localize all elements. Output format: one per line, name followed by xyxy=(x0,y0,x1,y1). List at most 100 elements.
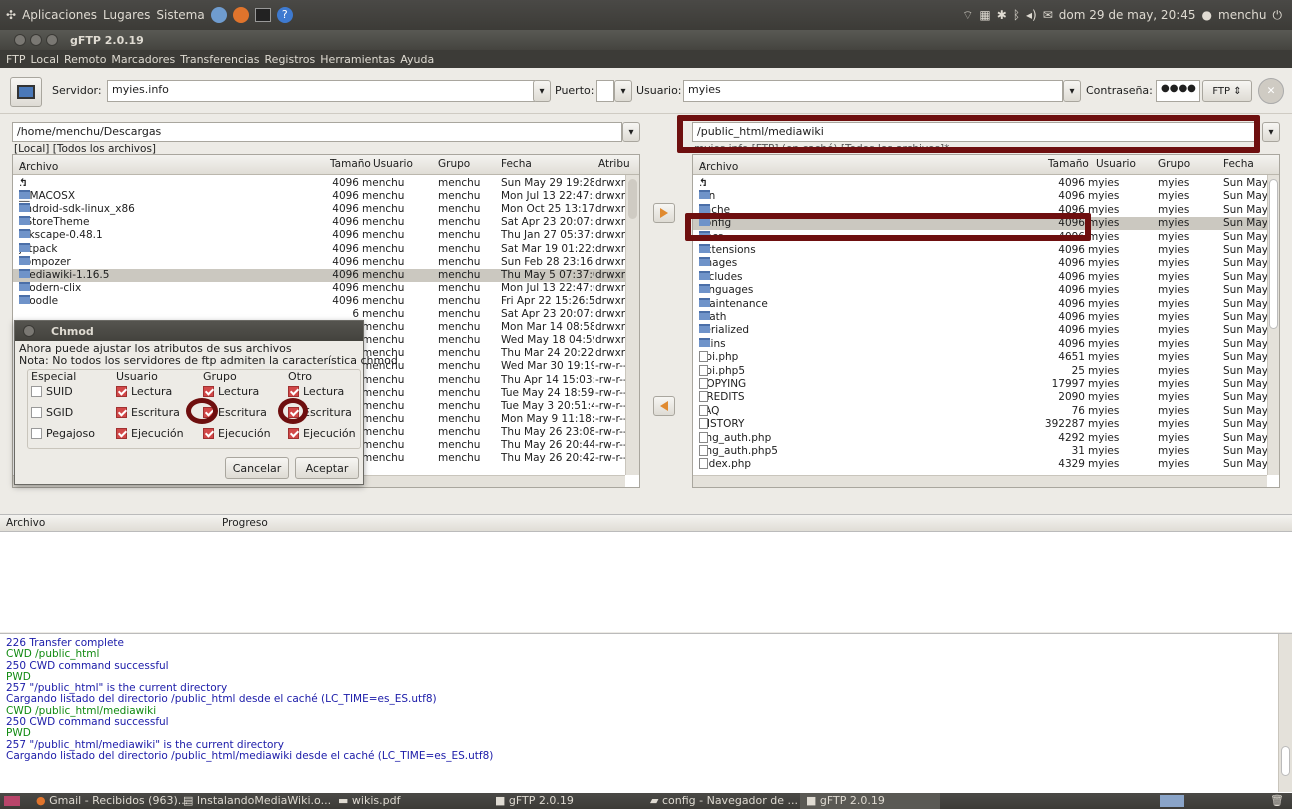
table-row[interactable]: math 4096 myies myies Sun May xyxy=(693,311,1279,324)
chmod-user-lectura[interactable]: Lectura xyxy=(116,385,172,398)
table-row[interactable]: FAQ 76 myies myies Sun May xyxy=(693,404,1279,418)
cancel-button[interactable]: Cancelar xyxy=(225,457,289,479)
col-fecha[interactable]: Fecha xyxy=(501,158,532,170)
chmod-user-escritura[interactable]: Escritura xyxy=(116,406,180,419)
menu-ftp[interactable]: FTP xyxy=(6,53,26,66)
show-desktop-icon[interactable] xyxy=(4,796,20,806)
col-usuario[interactable]: Usuario xyxy=(1096,158,1136,170)
chmod-group-lectura[interactable]: Lectura xyxy=(203,385,259,398)
task-wikis-pdf[interactable]: ▬ wikis.pdf xyxy=(338,793,400,809)
terminal-icon[interactable] xyxy=(254,8,271,22)
table-row[interactable]: COPYING 17997 myies myies Sun May xyxy=(693,378,1279,391)
local-path-input[interactable]: /home/menchu/Descargas xyxy=(12,122,622,142)
protocol-select[interactable]: FTP ⇕ xyxy=(1202,80,1252,102)
task-gmail[interactable]: ● Gmail - Recibidos (963)... xyxy=(36,793,188,809)
stop-button[interactable]: ✕ xyxy=(1258,78,1284,104)
server-dropdown[interactable]: ▾ xyxy=(533,80,551,102)
task-config[interactable]: ▰ config - Navegador de ... xyxy=(650,793,798,809)
table-row[interactable]: api.php 4651 myies myies Sun May xyxy=(693,351,1279,364)
col-atributos[interactable]: Atribu xyxy=(598,158,630,170)
remote-scroll-thumb[interactable] xyxy=(1269,179,1278,329)
power-icon[interactable]: ⏻ xyxy=(1273,8,1283,23)
col-fecha[interactable]: Fecha xyxy=(1223,158,1254,170)
table-row[interactable]: index.php 4329 myies myies Sun May xyxy=(693,458,1279,471)
local-scroll-thumb[interactable] xyxy=(628,179,637,219)
menu-local[interactable]: Local xyxy=(31,53,60,66)
remote-file-list[interactable]: ⇡ Archivo Tamaño Usuario Grupo Fecha ↰..… xyxy=(692,154,1280,488)
wifi-icon[interactable]: ⌔ xyxy=(962,8,973,23)
table-row[interactable]: inkscape-0.48.1 4096 menchu menchu Thu J… xyxy=(13,229,639,242)
maximize-window-icon[interactable] xyxy=(46,34,58,46)
remote-hscrollbar[interactable] xyxy=(693,475,1267,487)
workspace-switcher[interactable] xyxy=(1160,795,1184,807)
col-grupo[interactable]: Grupo xyxy=(438,158,470,170)
menu-sistema[interactable]: Sistema xyxy=(156,8,204,22)
keyboard-icon[interactable]: ▦ xyxy=(979,8,990,22)
accept-button[interactable]: Aceptar xyxy=(295,457,359,479)
table-row[interactable]: images 4096 myies myies Sun May xyxy=(693,257,1279,270)
user-dropdown[interactable]: ▾ xyxy=(1063,80,1081,102)
local-path-dropdown[interactable]: ▾ xyxy=(622,122,640,142)
menu-remoto[interactable]: Remoto xyxy=(64,53,106,66)
menu-ayuda[interactable]: Ayuda xyxy=(400,53,434,66)
task-instalando[interactable]: ▤ InstalandoMediaWiki.o... xyxy=(183,793,331,809)
table-row[interactable]: serialized 4096 myies myies Sun May xyxy=(693,324,1279,337)
network-icon[interactable]: ✱ xyxy=(997,8,1007,22)
server-input[interactable]: myies.info xyxy=(107,80,535,102)
table-row[interactable]: api.php5 25 myies myies Sun May xyxy=(693,364,1279,378)
table-row[interactable]: skins 4096 myies myies Sun May xyxy=(693,337,1279,351)
col-tamano[interactable]: Tamaño xyxy=(1048,158,1089,170)
download-button[interactable] xyxy=(653,396,675,416)
table-row[interactable]: maintenance 4096 myies myies Sun May xyxy=(693,297,1279,311)
col-usuario[interactable]: Usuario xyxy=(373,158,413,170)
table-row[interactable]: img_auth.php 4292 myies myies Sun May xyxy=(693,431,1279,445)
minimize-window-icon[interactable] xyxy=(30,34,42,46)
table-row[interactable]: extensions 4096 myies myies Sun May xyxy=(693,244,1279,257)
chmod-user-ejecución[interactable]: Ejecución xyxy=(116,427,184,440)
close-window-icon[interactable] xyxy=(14,34,26,46)
transfer-col-file[interactable]: Archivo xyxy=(6,517,45,529)
table-row[interactable]: CREDITS 2090 myies myies Sun May xyxy=(693,391,1279,404)
volume-icon[interactable]: ◂) xyxy=(1026,8,1037,22)
connect-button[interactable] xyxy=(10,77,42,107)
table-row[interactable]: languages 4096 myies myies Sun May xyxy=(693,284,1279,297)
user-input[interactable]: myies xyxy=(683,80,1063,102)
log-scrollbar[interactable] xyxy=(1278,634,1292,792)
table-row[interactable]: includes 4096 myies myies Sun May xyxy=(693,270,1279,284)
launcher-icon[interactable] xyxy=(210,7,227,23)
clock[interactable]: dom 29 de may, 20:45 xyxy=(1059,8,1196,22)
user-name[interactable]: menchu xyxy=(1218,8,1267,22)
menu-herramientas[interactable]: Herramientas xyxy=(320,53,395,66)
remote-scrollbar[interactable] xyxy=(1267,175,1279,475)
chmod-special-pegajoso[interactable]: Pegajoso xyxy=(31,427,95,440)
chmod-special-sgid[interactable]: SGID xyxy=(31,406,73,419)
bluetooth-icon[interactable]: ᛒ xyxy=(1013,8,1020,22)
table-row[interactable]: bin 4096 myies myies Sun May xyxy=(693,190,1279,203)
port-input[interactable] xyxy=(596,80,614,102)
firefox-icon[interactable] xyxy=(232,7,249,23)
menu-transferencias[interactable]: Transferencias xyxy=(180,53,259,66)
close-dialog-icon[interactable] xyxy=(23,325,35,337)
mail-icon[interactable]: ✉ xyxy=(1043,8,1053,22)
chmod-group-ejecución[interactable]: Ejecución xyxy=(203,427,271,440)
help-icon[interactable]: ? xyxy=(276,7,293,23)
menu-registros[interactable]: Registros xyxy=(265,53,316,66)
menu-aplicaciones[interactable]: Aplicaciones xyxy=(22,8,97,22)
port-dropdown[interactable]: ▾ xyxy=(614,80,632,102)
upload-button[interactable] xyxy=(653,203,675,223)
log-panel[interactable]: 226 Transfer complete CWD /public_html 250… xyxy=(0,633,1292,793)
password-input[interactable]: ●●●● xyxy=(1156,80,1200,102)
task-gftp-1[interactable]: ■ gFTP 2.0.19 xyxy=(495,793,574,809)
table-row[interactable]: jetpack 4096 menchu menchu Sat Mar 19 01… xyxy=(13,242,639,256)
table-row[interactable]: mediawiki-1.16.5 4096 menchu menchu Thu … xyxy=(13,268,639,282)
log-scroll-thumb[interactable] xyxy=(1281,746,1290,776)
table-row[interactable]: ↰.. 4096 menchu menchu Sun May 29 19:28:… xyxy=(13,177,639,190)
chmod-special-suid[interactable]: SUID xyxy=(31,385,73,398)
table-row[interactable]: modern-clix 4096 menchu menchu Mon Jul 1… xyxy=(13,281,639,295)
menu-lugares[interactable]: Lugares xyxy=(103,8,150,22)
transfer-col-progress[interactable]: Progreso xyxy=(222,517,268,529)
menu-marcadores[interactable]: Marcadores xyxy=(111,53,175,66)
table-row[interactable]: ↰.. 4096 myies myies Sun May xyxy=(693,177,1279,190)
table-row[interactable]: __MACOSX 4096 menchu menchu Mon Jul 13 2… xyxy=(13,190,639,203)
table-row[interactable]: eStoreTheme 4096 menchu menchu Sat Apr 2… xyxy=(13,216,639,229)
